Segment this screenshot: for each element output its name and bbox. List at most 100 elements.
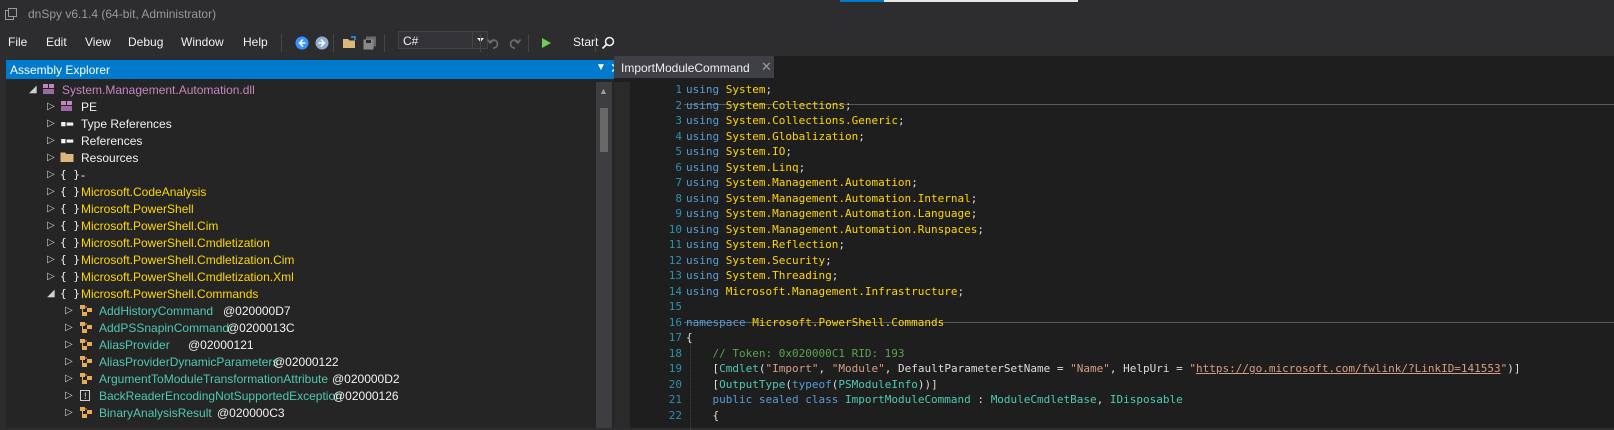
play-icon xyxy=(542,38,551,48)
tree-item-namespace[interactable]: ▷ { } - xyxy=(6,167,612,184)
tab-importmodulecommand[interactable]: ImportModuleCommand ✕ xyxy=(614,56,774,78)
editor-pane: ImportModuleCommand ✕ 1 2 3 4 5 6 7 8 9 … xyxy=(614,56,1614,430)
tree-item-label: Microsoft.PowerShell xyxy=(81,202,194,216)
forward-button[interactable] xyxy=(312,33,332,53)
tree-item-type-references[interactable]: ▷ ▪▬ Type References xyxy=(6,116,612,133)
attribute-name: OutputType xyxy=(719,377,786,391)
expand-arrow-icon[interactable]: ▷ xyxy=(47,254,57,266)
tree-item-namespace[interactable]: ◢ { } Microsoft.PowerShell.Commands xyxy=(6,286,612,303)
line-number: 21 xyxy=(668,393,682,406)
code-line: using System.Globalization; xyxy=(686,129,865,143)
tree-item-class[interactable]: ▷ AddHistoryCommand @020000D7 xyxy=(6,303,612,320)
scroll-up-icon[interactable]: ▲ xyxy=(599,86,608,96)
line-number: 1 xyxy=(675,83,682,96)
expand-arrow-icon[interactable]: ▷ xyxy=(65,390,75,402)
tree-item-class[interactable]: ▷ AddPSSnapinCommand @0200013C xyxy=(6,320,612,337)
expand-arrow-icon[interactable]: ▷ xyxy=(65,407,75,419)
code-line: namespace Microsoft.PowerShell.Commands xyxy=(686,315,945,329)
collapse-arrow-icon[interactable]: ◢ xyxy=(47,288,57,300)
tree-item-class[interactable]: ▷ AliasProvider @02000121 xyxy=(6,337,612,354)
tree-item-namespace[interactable]: ▷ { } Microsoft.PowerShell xyxy=(6,201,612,218)
tree-scrollbar[interactable]: ▲ xyxy=(596,82,612,428)
code-line: // Token: 0x020000C1 RID: 193 xyxy=(686,346,905,361)
tree-item-class[interactable]: ▷ BinaryAnalysisResult @020000C3 xyxy=(6,405,612,422)
tree-item-references[interactable]: ▷ ▪▬ References xyxy=(6,133,612,150)
tree-item-token: @020000D7 xyxy=(223,304,291,318)
using-namespace: System.Threading xyxy=(725,269,832,282)
tree-item-token: @02000122 xyxy=(273,355,339,369)
menu-help[interactable]: Help xyxy=(243,35,268,49)
expand-arrow-icon[interactable]: ▷ xyxy=(65,373,75,385)
line-number: 13 xyxy=(668,269,682,282)
expand-arrow-icon[interactable]: ▷ xyxy=(65,356,75,368)
undo-button[interactable] xyxy=(484,33,504,53)
code-editor[interactable]: 1 2 3 4 5 6 7 8 9 10 11 12 13 14 15 16 1… xyxy=(614,78,1614,430)
line-number: 18 xyxy=(668,346,682,360)
namespace-name: Microsoft.PowerShell.Commands xyxy=(752,315,945,329)
expand-arrow-icon[interactable]: ▷ xyxy=(47,101,57,113)
line-number: 20 xyxy=(668,377,682,391)
language-value: C# xyxy=(403,34,419,48)
tree-item-pe[interactable]: ▷ PE xyxy=(6,99,612,116)
tree-item-assembly[interactable]: ◢ System.Management.Automation.dll xyxy=(6,82,612,99)
help-uri-link[interactable]: https://go.microsoft.com/fwlink/?LinkID=… xyxy=(1196,362,1501,375)
toolbar-separator xyxy=(384,34,385,52)
using-namespace: System.IO xyxy=(725,145,786,158)
back-button[interactable] xyxy=(292,33,312,53)
expand-arrow-icon[interactable]: ▷ xyxy=(47,203,57,215)
expand-arrow-icon[interactable]: ▷ xyxy=(65,339,75,351)
pe-icon xyxy=(60,100,76,114)
class-icon xyxy=(79,355,95,369)
save-all-button[interactable] xyxy=(360,33,380,53)
expand-arrow-icon[interactable]: ▷ xyxy=(65,322,75,334)
tree-item-token: @02000121 xyxy=(188,338,254,352)
using-namespace: System.Management.Automation.Internal xyxy=(725,191,971,205)
tree-item-namespace[interactable]: ▷ { } Microsoft.PowerShell.Cmdletization… xyxy=(6,252,612,269)
expand-arrow-icon[interactable]: ▷ xyxy=(47,169,57,181)
menu-window[interactable]: Window xyxy=(181,35,224,49)
expand-arrow-icon[interactable]: ▷ xyxy=(65,305,75,317)
attribute-name: Cmdlet xyxy=(719,362,759,375)
tree-item-namespace[interactable]: ▷ { } Microsoft.CodeAnalysis xyxy=(6,184,612,201)
menu-view[interactable]: View xyxy=(85,35,111,49)
code-line: using System.IO; xyxy=(686,145,792,158)
collapse-arrow-icon[interactable]: ◢ xyxy=(29,84,39,96)
attribute-arg: "Name" xyxy=(1070,362,1110,375)
expand-arrow-icon[interactable]: ▷ xyxy=(47,186,57,198)
namespace-icon: { } xyxy=(60,202,80,215)
tree-item-namespace[interactable]: ▷ { } Microsoft.PowerShell.Cmdletization… xyxy=(6,269,612,286)
attribute-arg: "Module" xyxy=(831,362,885,375)
line-number: 12 xyxy=(668,253,682,267)
expand-arrow-icon[interactable]: ▷ xyxy=(47,135,57,147)
expand-arrow-icon[interactable]: ▷ xyxy=(47,220,57,232)
tree-item-namespace[interactable]: ▷ { } Microsoft.PowerShell.Cim xyxy=(6,218,612,235)
close-icon[interactable]: ✕ xyxy=(761,59,772,75)
attribute-param: HelpUri xyxy=(1123,362,1170,375)
scrollbar-thumb[interactable] xyxy=(600,108,608,152)
line-number: 9 xyxy=(675,207,682,220)
tab-label: ImportModuleCommand xyxy=(621,61,750,75)
exception-icon: ! xyxy=(79,389,95,403)
tree-item-class[interactable]: ▷ ArgumentToModuleTransformationAttribut… xyxy=(6,371,612,388)
tree-item-class[interactable]: ▷ ! BackReaderEncodingNotSupportedExcept… xyxy=(6,388,612,405)
pane-title: Assembly Explorer xyxy=(10,63,111,77)
language-select[interactable]: C# xyxy=(398,31,488,49)
expand-arrow-icon[interactable]: ▷ xyxy=(47,271,57,283)
chevron-down-icon[interactable]: ▼ xyxy=(596,62,606,73)
search-button[interactable] xyxy=(598,33,618,53)
start-button[interactable] xyxy=(536,33,556,53)
tree-item-class[interactable]: ▷ AliasProviderDynamicParameters @020001… xyxy=(6,354,612,371)
expand-arrow-icon[interactable]: ▷ xyxy=(47,237,57,249)
open-button[interactable] xyxy=(340,33,360,53)
menu-edit[interactable]: Edit xyxy=(46,35,67,49)
menu-file[interactable]: File xyxy=(8,35,27,49)
redo-button[interactable] xyxy=(504,33,524,53)
expand-arrow-icon[interactable]: ▷ xyxy=(47,152,57,164)
menu-debug[interactable]: Debug xyxy=(128,35,163,49)
tree-item-label: Resources xyxy=(81,151,139,165)
line-number: 10 xyxy=(668,222,682,236)
tree-item-resources[interactable]: ▷ Resources xyxy=(6,150,612,167)
expand-arrow-icon[interactable]: ▷ xyxy=(47,118,57,130)
tree-item-namespace[interactable]: ▷ { } Microsoft.PowerShell.Cmdletization xyxy=(6,235,612,252)
code-line: public sealed class ImportModuleCommand … xyxy=(712,393,1183,406)
